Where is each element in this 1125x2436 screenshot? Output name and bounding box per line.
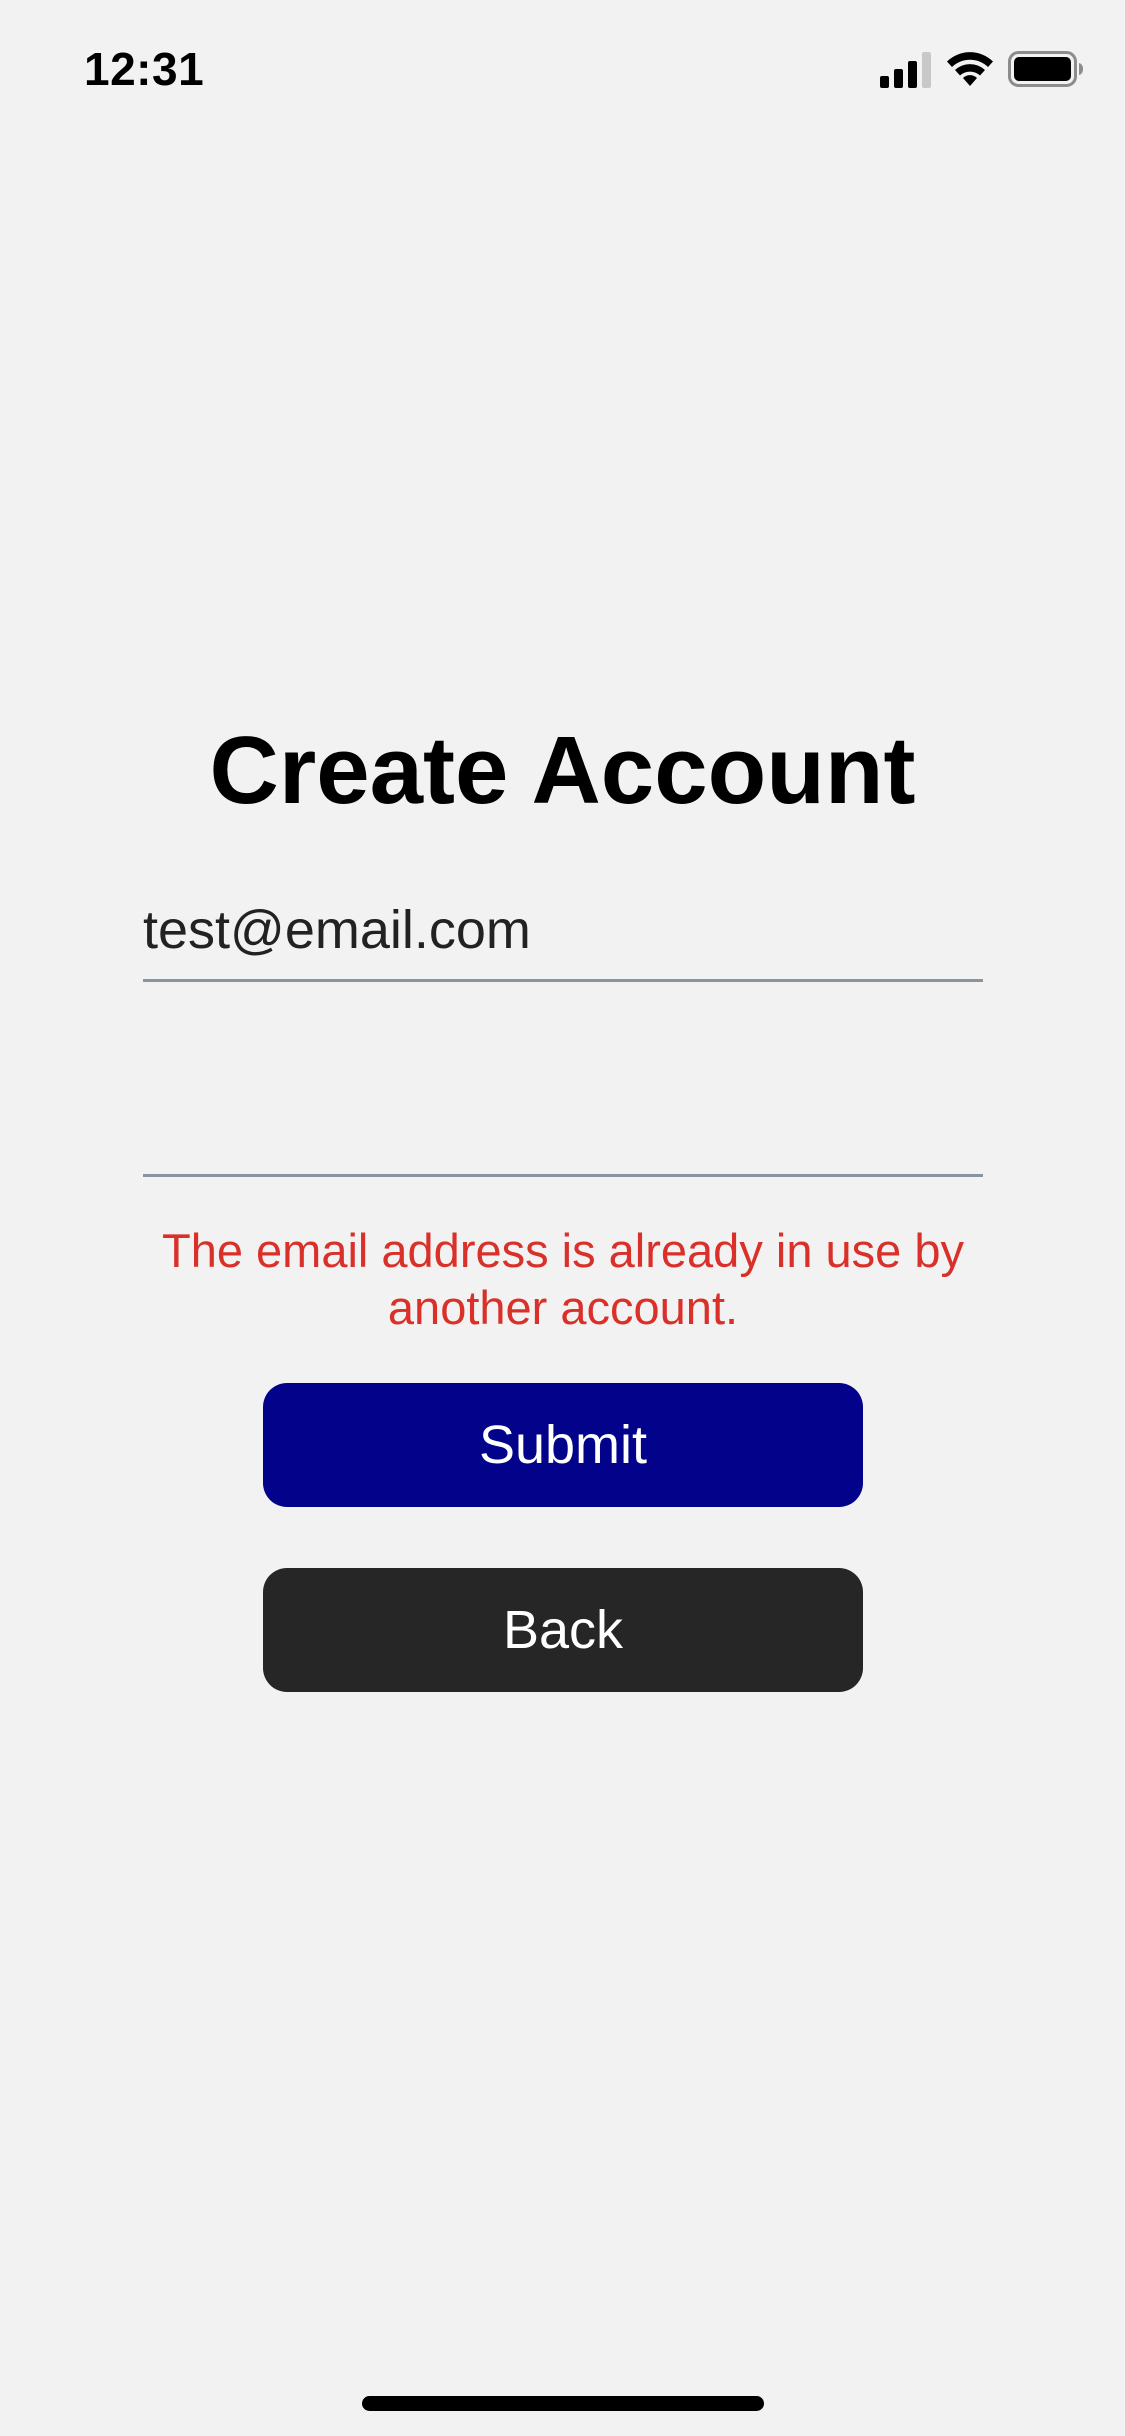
back-button[interactable]: Back: [263, 1568, 863, 1692]
error-message: The email address is already in use by a…: [161, 1224, 964, 1334]
status-bar: 12:31: [0, 0, 1125, 132]
submit-button[interactable]: Submit: [263, 1383, 863, 1507]
cellular-signal-icon: [880, 52, 931, 88]
page-title: Create Account: [209, 717, 916, 824]
status-time: 12:31: [84, 43, 205, 95]
email-field[interactable]: [143, 880, 983, 982]
home-indicator[interactable]: [362, 2396, 764, 2411]
password-field[interactable]: [143, 1075, 983, 1177]
wifi-icon: [947, 52, 993, 86]
battery-icon: [1008, 51, 1083, 87]
